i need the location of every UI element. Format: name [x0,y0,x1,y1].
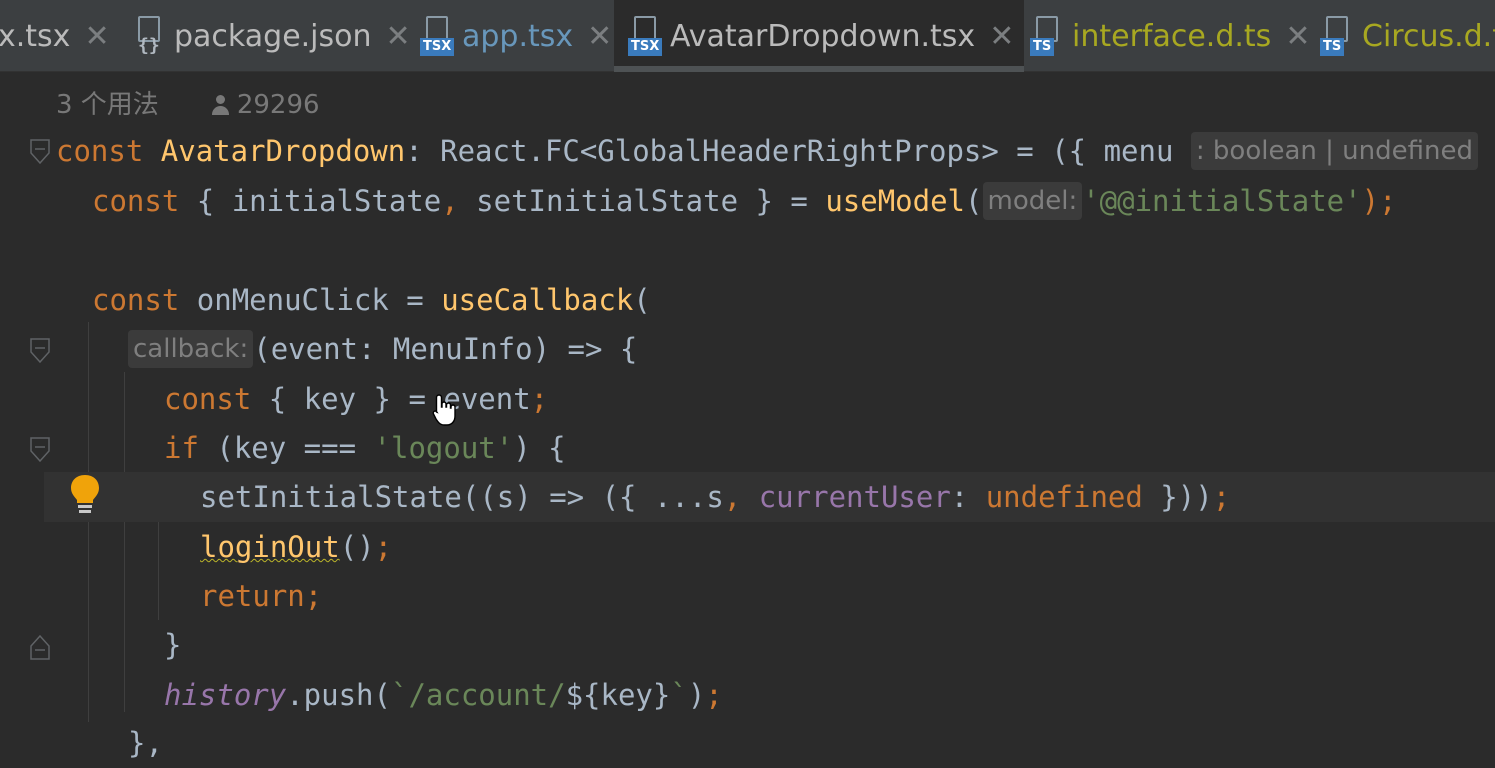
code-vision-hint[interactable]: 3 个用法 29296 [56,84,320,121]
json-file-icon: {} [132,16,166,56]
code-text: setInitialState((s) => ({ ...s [200,480,724,514]
code-text: { initialState [179,184,442,218]
code-line-current[interactable]: setInitialState((s) => ({ ...s, currentU… [44,472,1495,522]
type-inlay-hint: : boolean | undefined [1190,132,1478,170]
ts-file-icon: TS [1030,16,1064,56]
tab-circus-d-ts[interactable]: TS Circus.d.t [1320,0,1495,72]
punct: ; [705,678,723,712]
code-line[interactable]: const { initialState, setInitialState } … [0,176,1495,226]
code-text: (event: MenuInfo) => { [253,332,638,366]
hand-cursor-icon [432,393,458,427]
code-text: { key } = event [251,382,531,416]
keyword: if [164,431,199,465]
tsx-file-icon: TSX [420,16,455,56]
close-tab-icon[interactable]: ✕ [989,19,1014,54]
author-icon [211,95,229,115]
component-name: AvatarDropdown [160,134,406,168]
code-text: () [339,530,375,564]
editor-tab-bar: x.tsx ✕ {} package.json ✕ TSX app.tsx ✕ … [0,0,1495,72]
code-line[interactable]: const { key } = event; [0,374,1495,424]
punct: , [441,184,459,218]
code-text: }, [128,726,163,760]
punct: , [723,480,742,514]
code-text: : [950,480,986,514]
close-tab-icon[interactable]: ✕ [84,19,109,54]
code-text: : React.FC<GlobalHeaderRightProps> = ({ … [405,134,1174,168]
keyword: const [164,382,252,416]
param-inlay-hint: model: [982,182,1083,220]
code-line[interactable]: callback: (event: MenuInfo) => { [0,324,1495,374]
close-tab-icon[interactable]: ✕ [1285,19,1310,54]
keyword: undefined [985,480,1143,514]
string-literal: ` [670,678,688,712]
code-text: ${key} [565,678,671,712]
punct: ); [1361,184,1397,218]
tab-package-json[interactable]: {} package.json ✕ [132,0,411,72]
author-name[interactable]: 29296 [237,90,320,120]
keyword: const [56,134,144,168]
code-line[interactable]: return; [0,571,1495,621]
tab-label: Circus.d.t [1362,18,1495,54]
code-text: ( [965,184,983,218]
string-literal: '@@initialState' [1082,184,1362,218]
string-literal: 'logout' [373,431,514,465]
code-text: onMenuClick = [179,283,442,317]
param-inlay-hint: callback: [128,330,254,368]
code-line[interactable]: history.push(`/account/${key}`); [0,670,1495,720]
code-text: ) [687,678,706,712]
global-variable: history [164,678,287,712]
tab-app-tsx[interactable]: TSX app.tsx ✕ [420,0,612,72]
code-text: (key === [198,431,374,465]
code-line[interactable]: if (key === 'logout') { [0,423,1495,473]
code-line[interactable]: } [0,620,1495,670]
punct: ; [1212,480,1231,514]
tab-label: package.json [174,18,372,54]
tab-index-tsx[interactable]: x.tsx ✕ [0,0,110,72]
code-line[interactable]: loginOut(); [0,522,1495,572]
code-line[interactable]: const AvatarDropdown: React.FC<GlobalHea… [0,126,1495,176]
code-line[interactable]: const onMenuClick = useCallback( [0,275,1495,325]
function-call: loginOut [200,530,340,564]
tab-label: x.tsx [0,18,71,54]
keyword: const [92,283,180,317]
code-text: } [164,628,182,662]
tsx-file-icon: TSX [628,16,663,56]
code-text: setInitialState } = [458,184,826,218]
code-text: .push( [286,678,391,712]
function-call: useModel [825,184,966,218]
close-tab-icon[interactable]: ✕ [587,19,612,54]
tab-interface-d-ts[interactable]: TS interface.d.ts ✕ [1030,0,1310,72]
property-name: currentUser [741,480,951,514]
usages-count[interactable]: 3 个用法 [56,90,159,120]
code-text: })) [1142,480,1213,514]
string-literal: `/account/ [390,678,566,712]
punct: ; [304,579,323,613]
tab-label: interface.d.ts [1072,18,1272,54]
close-tab-icon[interactable]: ✕ [386,19,411,54]
ts-file-icon: TS [1320,16,1354,56]
keyword: const [92,184,180,218]
function-call: useCallback [441,283,634,317]
tab-avatar-dropdown-tsx[interactable]: TSX AvatarDropdown.tsx ✕ [614,0,1025,72]
tab-label: AvatarDropdown.tsx [670,18,976,54]
punct: ; [530,382,549,416]
code-text: ( [633,283,651,317]
punct: ; [374,530,393,564]
intention-bulb-icon[interactable] [68,473,102,515]
code-line[interactable]: }, [0,718,1495,768]
tab-label: app.tsx [462,18,574,54]
code-text: ) { [513,431,566,465]
keyword: return [200,579,305,613]
